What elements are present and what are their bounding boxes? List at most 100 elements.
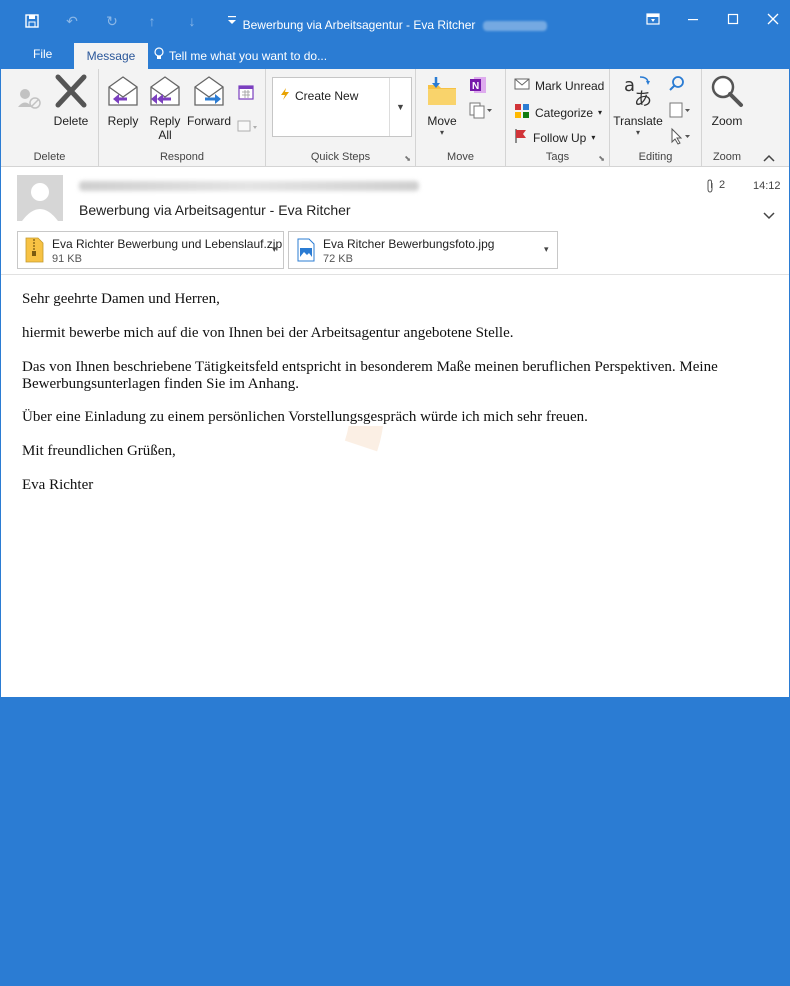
translate-label: Translate (613, 114, 663, 128)
body-paragraph-signature: Eva Richter (22, 477, 94, 493)
attachment-zip[interactable]: Eva Richter Bewerbung und Lebenslauf.zip… (17, 231, 284, 269)
translate-button[interactable]: aあ Translate ▾ (612, 73, 664, 137)
onenote-button[interactable]: N (468, 75, 488, 98)
attachment-jpg-size: 72 KB (323, 253, 353, 265)
group-label-editing: Editing (638, 151, 673, 163)
lightbulb-icon (153, 47, 165, 64)
attachment-count: 2 (705, 179, 725, 196)
minimize-icon[interactable] (685, 13, 701, 29)
group-label-respond: Respond (159, 151, 205, 163)
group-label-delete: Delete (33, 151, 66, 163)
reply-button[interactable]: Reply (103, 73, 143, 128)
attachment-zip-size: 91 KB (52, 253, 82, 265)
zoom-label: Zoom (711, 114, 743, 128)
categorize-button[interactable]: Categorize ▾ (514, 103, 602, 122)
attachment-jpg[interactable]: Eva Ritcher Bewerbungsfoto.jpg 72 KB ▾ (288, 231, 558, 269)
expand-header-icon[interactable] (763, 209, 775, 223)
received-time: 14:12 (753, 180, 781, 192)
image-file-icon (297, 238, 315, 265)
ribbon-group-delete: Delete Delete (1, 69, 99, 167)
create-new-label: Create New (295, 88, 359, 103)
move-button[interactable]: Move ▾ (422, 73, 462, 137)
ribbon-display-options-icon[interactable] (645, 13, 661, 29)
group-label-zoom: Zoom (712, 151, 742, 163)
tags-dialog-launcher-icon[interactable]: ⬊ (598, 154, 605, 163)
calendar-icon (237, 83, 255, 104)
tell-me-search[interactable]: Tell me what you want to do... (153, 47, 327, 64)
zip-file-icon (24, 237, 44, 266)
attachment-jpg-dropdown-icon[interactable]: ▾ (544, 244, 549, 255)
group-label-tags: Tags (545, 151, 570, 163)
folder-move-icon (422, 73, 462, 112)
actions-icon (468, 101, 494, 122)
tell-me-label: Tell me what you want to do... (169, 48, 328, 63)
find-button[interactable] (668, 75, 686, 96)
envelope-icon (514, 77, 530, 94)
attachment-zip-dropdown-icon[interactable]: ▾ (272, 244, 277, 255)
move-label: Move (427, 114, 457, 128)
magnifier-icon (706, 73, 748, 112)
search-icon (668, 75, 686, 96)
follow-up-button[interactable]: Follow Up ▾ (514, 128, 595, 147)
attachment-jpg-name: Eva Ritcher Bewerbungsfoto.jpg (323, 237, 495, 251)
meeting-reply-button[interactable] (237, 83, 255, 104)
body-paragraph-intro: hiermit bewerbe mich auf die von Ihnen b… (22, 325, 514, 341)
select-button[interactable] (668, 127, 692, 148)
watermark-logo (344, 426, 383, 452)
ribbon-group-move: Move ▾ N Move (416, 69, 506, 167)
follow-up-label: Follow Up (533, 130, 587, 145)
move-dropdown-icon: ▾ (439, 128, 444, 137)
categorize-icon (514, 103, 530, 122)
more-respond-icon (237, 119, 259, 138)
attachment-zip-name: Eva Richter Bewerbung und Lebenslauf.zip (52, 237, 283, 251)
reply-label: Reply (107, 114, 139, 128)
reply-all-label-line1: Reply (149, 114, 181, 128)
ribbon-group-tags: Mark Unread Categorize ▾ Follow Up ▾ Tag… (506, 69, 610, 167)
delete-label: Delete (53, 114, 89, 128)
close-icon[interactable] (765, 13, 781, 29)
reply-all-envelope-icon (145, 73, 185, 112)
reply-all-button[interactable]: Reply All (145, 73, 185, 142)
ribbon-group-respond: Reply Reply All Forward Respond (99, 69, 266, 167)
follow-up-dropdown-icon: ▾ (591, 133, 596, 142)
title-bar: ↶ ↻ ↑ ↓ Bewerbung via Arbeitsagentur - E… (1, 1, 789, 41)
more-respond-button[interactable] (237, 119, 259, 138)
body-paragraph-invitation: Über eine Einladung zu einem persönliche… (22, 409, 588, 425)
body-paragraph-closing: Mit freundlichen Grüßen, (22, 443, 176, 459)
sender-avatar (17, 175, 63, 221)
person-silhouette-icon (22, 183, 58, 221)
forward-button[interactable]: Forward (187, 73, 231, 128)
redacted-sender (79, 181, 419, 191)
cursor-icon (668, 127, 692, 148)
translate-dropdown-icon: ▾ (635, 128, 640, 137)
paperclip-icon (705, 179, 715, 196)
message-subject: Bewerbung via Arbeitsagentur - Eva Ritch… (79, 202, 351, 218)
group-label-move: Move (447, 151, 474, 163)
group-label-quick-steps: Quick Steps (310, 151, 371, 163)
zoom-button[interactable]: Zoom (706, 73, 748, 128)
quick-steps-dropdown[interactable]: ▼ (389, 78, 411, 136)
outlook-message-window: ↶ ↻ ↑ ↓ Bewerbung via Arbeitsagentur - E… (0, 0, 790, 698)
quick-steps-dialog-launcher-icon[interactable]: ⬊ (404, 154, 411, 163)
actions-button[interactable] (468, 101, 494, 122)
ignore-icon (15, 83, 43, 116)
svg-text:あ: あ (634, 89, 652, 109)
quick-steps-gallery[interactable]: Create New ▼ (272, 77, 412, 137)
ignore-button[interactable] (15, 83, 43, 118)
body-paragraph-perspectives: Das von Ihnen beschriebene Tätigkeitsfel… (22, 359, 718, 392)
quick-step-create-new[interactable]: Create New (279, 88, 358, 103)
forward-label: Forward (187, 114, 232, 128)
maximize-icon[interactable] (725, 13, 741, 29)
tab-file[interactable]: File (33, 47, 52, 61)
delete-button[interactable]: Delete (51, 73, 91, 128)
translate-icon: aあ (612, 73, 664, 112)
tab-message[interactable]: Message (74, 43, 148, 69)
related-button[interactable] (668, 101, 692, 122)
ribbon-group-zoom: Zoom Zoom (702, 69, 752, 167)
collapse-ribbon-icon[interactable] (763, 153, 775, 165)
categorize-dropdown-icon: ▾ (598, 108, 603, 117)
mark-unread-button[interactable]: Mark Unread (514, 77, 604, 94)
ribbon-group-quick-steps: Create New ▼ Quick Steps ⬊ (266, 69, 416, 167)
categorize-label: Categorize (535, 105, 594, 120)
onenote-icon: N (468, 75, 488, 98)
